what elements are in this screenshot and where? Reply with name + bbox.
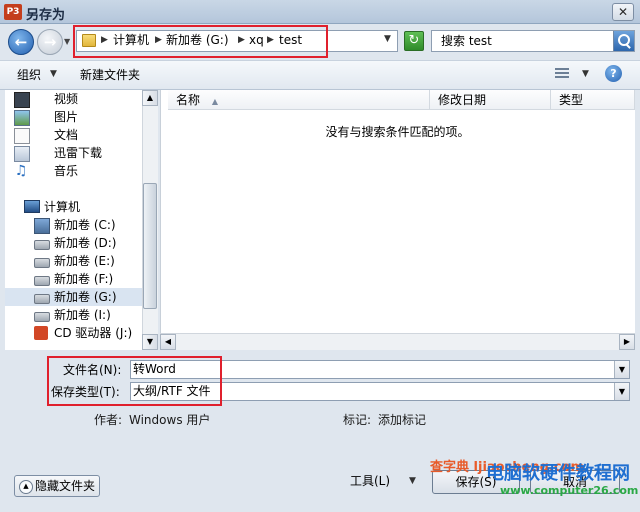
nav-item-documents[interactable]: 文档 — [14, 126, 140, 144]
search-placeholder: 搜索 test — [441, 34, 492, 48]
nav-item-videos[interactable]: 视频 — [14, 90, 140, 108]
nav-item-computer[interactable]: 计算机 — [24, 198, 150, 216]
refresh-button[interactable]: ↻ — [404, 31, 424, 51]
site-watermark: 电脑软硬件教程网 — [486, 463, 630, 484]
site-url-watermark: www.computer26.com — [500, 484, 639, 497]
organize-button[interactable]: 组织 — [17, 67, 41, 83]
office-disc-icon — [34, 326, 48, 340]
back-button[interactable]: ← — [8, 29, 34, 55]
search-icon[interactable] — [613, 31, 634, 51]
nav-item-music[interactable]: ♫ 音乐 — [14, 162, 140, 180]
title-bar — [0, 0, 640, 24]
drive-icon — [34, 258, 50, 268]
scroll-up-icon[interactable]: ▲ — [142, 90, 158, 106]
close-button[interactable]: ✕ — [612, 3, 634, 21]
column-header-modified[interactable]: 修改日期 — [430, 90, 551, 110]
drive-icon — [34, 312, 50, 322]
sort-up-icon: ▲ — [211, 97, 218, 106]
window-title: 另存为 — [26, 8, 66, 23]
drive-icon — [34, 276, 50, 286]
chevron-down-icon[interactable]: ▼ — [409, 476, 416, 486]
new-folder-button[interactable]: 新建文件夹 — [80, 67, 140, 83]
address-highlight-box — [73, 25, 328, 58]
nav-item-drive-i[interactable]: 新加卷 (I:) — [34, 306, 140, 324]
music-icon: ♫ — [14, 163, 28, 179]
scroll-left-icon[interactable]: ◀ — [160, 334, 176, 350]
nav-item-cd-drive-j[interactable]: CD 驱动器 (J:) — [34, 324, 140, 342]
chevron-down-icon[interactable]: ▼ — [50, 69, 57, 79]
scroll-down-icon[interactable]: ▼ — [142, 334, 158, 350]
help-icon[interactable]: ? — [605, 65, 622, 82]
nav-item-downloads[interactable]: 迅雷下载 — [14, 144, 140, 162]
fields-highlight-box — [47, 356, 222, 406]
drive-icon — [34, 294, 50, 304]
tags-label: 标记: — [343, 413, 372, 427]
chevron-down-icon[interactable]: ▼ — [582, 69, 589, 79]
column-header-type[interactable]: 类型 — [551, 90, 635, 110]
view-options-icon[interactable] — [555, 68, 569, 80]
nav-item-drive-e[interactable]: 新加卷 (E:) — [34, 252, 140, 270]
column-header-name[interactable]: 名称 ▲ — [168, 90, 430, 110]
video-icon — [14, 92, 30, 108]
filename-dropdown-icon[interactable]: ▼ — [614, 361, 629, 378]
author-value[interactable]: Windows 用户 — [129, 412, 210, 428]
nav-item-pictures[interactable]: 图片 — [14, 108, 140, 126]
drive-icon — [34, 240, 50, 250]
forward-button[interactable]: → — [37, 29, 63, 55]
nav-item-drive-f[interactable]: 新加卷 (F:) — [34, 270, 140, 288]
powerpoint-icon: P3 — [4, 4, 22, 20]
download-icon — [14, 146, 30, 162]
document-icon — [14, 128, 30, 144]
system-drive-icon — [34, 218, 50, 234]
author-label: 作者: — [94, 413, 123, 427]
picture-icon — [14, 110, 30, 126]
filetype-dropdown-icon[interactable]: ▼ — [614, 383, 629, 400]
chevron-up-icon: ▲ — [19, 480, 33, 494]
tools-button[interactable]: 工具(L) — [350, 473, 390, 489]
tags-value[interactable]: 添加标记 — [378, 412, 426, 428]
content-hscrollbar[interactable] — [160, 333, 635, 350]
nav-item-drive-g[interactable]: 新加卷 (G:) — [5, 288, 142, 306]
hide-folders-button[interactable]: ▲ 隐藏文件夹 — [14, 475, 100, 497]
empty-results-message: 没有与搜索条件匹配的项。 — [325, 125, 470, 139]
nav-scroll-thumb[interactable] — [143, 183, 157, 309]
nav-item-drive-d[interactable]: 新加卷 (D:) — [34, 234, 140, 252]
computer-icon — [24, 200, 40, 213]
scroll-right-icon[interactable]: ▶ — [619, 334, 635, 350]
nav-item-drive-c[interactable]: 新加卷 (C:) — [34, 216, 140, 234]
address-dropdown-icon[interactable]: ▼ — [384, 34, 391, 44]
